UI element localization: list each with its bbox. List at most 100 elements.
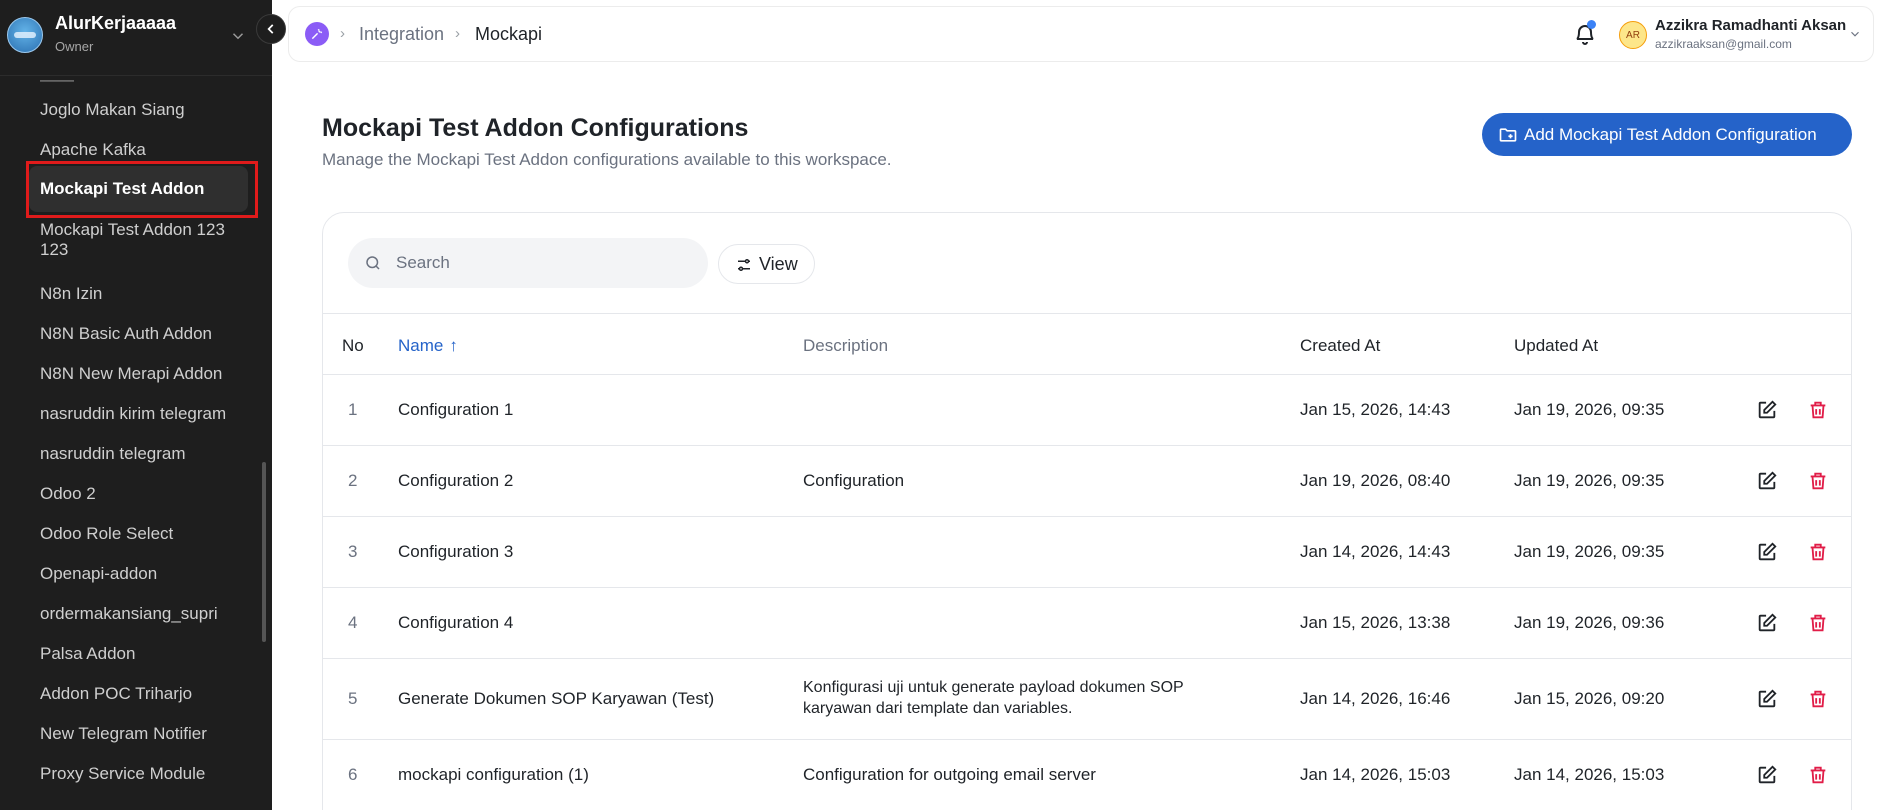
row-updated-at: Jan 19, 2026, 09:35	[1514, 400, 1665, 419]
collapse-sidebar-button[interactable]	[256, 14, 286, 44]
sidebar-item-label: nasruddin telegram	[40, 444, 186, 463]
row-no: 4	[348, 613, 358, 632]
sidebar-item-label: N8n Izin	[40, 284, 103, 303]
sidebar-item-openapi-addon[interactable]: Openapi-addon	[29, 564, 248, 584]
edit-icon[interactable]	[1756, 764, 1778, 786]
breadcrumb-separator: ›	[455, 25, 460, 42]
row-name: Configuration 3	[398, 542, 514, 561]
edit-icon[interactable]	[1756, 612, 1778, 634]
avatar[interactable]: AR	[1619, 21, 1647, 49]
edit-icon[interactable]	[1756, 688, 1778, 710]
table-row: 1 Configuration 1 Jan 15, 2026, 14:43 Ja…	[323, 375, 1851, 446]
trash-icon[interactable]	[1807, 764, 1829, 786]
row-updated-at: Jan 19, 2026, 09:36	[1514, 613, 1665, 632]
trash-icon[interactable]	[1807, 688, 1829, 710]
row-no: 3	[348, 542, 358, 561]
table-row: 3 Configuration 3 Jan 14, 2026, 14:43 Ja…	[323, 517, 1851, 588]
edit-icon[interactable]	[1756, 470, 1778, 492]
sidebar-item-odoo-role-select[interactable]: Odoo Role Select	[29, 524, 248, 544]
integration-icon	[305, 22, 329, 46]
sidebar-item-label: ordermakansiang_supri	[40, 604, 218, 623]
sidebar-item-palsa-addon[interactable]: Palsa Addon	[29, 644, 248, 664]
row-updated-at: Jan 15, 2026, 09:20	[1514, 689, 1665, 708]
table-row: 4 Configuration 4 Jan 15, 2026, 13:38 Ja…	[323, 588, 1851, 659]
user-email: azzikraaksan@gmail.com	[1655, 37, 1792, 51]
search-input[interactable]	[396, 238, 696, 288]
sidebar-item-label: Joglo Makan Siang	[40, 100, 185, 119]
row-created-at: Jan 19, 2026, 08:40	[1300, 471, 1451, 490]
row-name: mockapi configuration (1)	[398, 765, 589, 784]
column-updated-at[interactable]: Updated At	[1514, 336, 1598, 356]
sidebar-item-addon-poc-triharjo[interactable]: Addon POC Triharjo	[29, 684, 248, 704]
row-updated-at: Jan 14, 2026, 15:03	[1514, 765, 1665, 784]
table-header: No Name ↑ Description Created At Updated …	[323, 313, 1851, 375]
add-folder-icon	[1499, 128, 1517, 142]
trash-icon[interactable]	[1807, 470, 1829, 492]
row-created-at: Jan 14, 2026, 15:03	[1300, 765, 1451, 784]
row-name: Configuration 2	[398, 471, 514, 490]
configurations-card: View No Name ↑ Description Created At Upd…	[322, 212, 1852, 810]
table-row: 2 Configuration 2 Configuration Jan 19, …	[323, 446, 1851, 517]
add-configuration-button[interactable]: Add Mockapi Test Addon Configuration	[1482, 113, 1852, 156]
chevron-down-icon[interactable]	[229, 27, 247, 45]
trash-icon[interactable]	[1807, 541, 1829, 563]
column-created-at[interactable]: Created At	[1300, 336, 1380, 356]
edit-icon[interactable]	[1756, 541, 1778, 563]
chevron-left-icon	[267, 24, 274, 34]
row-description: Configuration for outgoing email server	[803, 765, 1096, 784]
column-name[interactable]: Name ↑	[398, 336, 458, 356]
workspace-name: AlurKerjaaaaa	[55, 13, 177, 33]
view-button[interactable]: View	[718, 244, 815, 284]
search-box[interactable]	[348, 238, 708, 288]
sidebar-item-label: Palsa Addon	[40, 644, 136, 663]
row-name: Configuration 1	[398, 400, 514, 419]
sidebar-item-n8n-izin[interactable]: N8n Izin	[29, 284, 248, 304]
view-label: View	[759, 253, 798, 274]
sidebar-item-n8n-new-merapi[interactable]: N8N New Merapi Addon	[29, 364, 248, 384]
sidebar-item-label: N8N Basic Auth Addon	[40, 324, 213, 343]
sidebar-scrollbar[interactable]	[262, 462, 266, 642]
page-title: Mockapi Test Addon Configurations	[322, 114, 749, 142]
edit-icon[interactable]	[1756, 399, 1778, 421]
trash-icon[interactable]	[1807, 399, 1829, 421]
sidebar-item-n8n-basic-auth[interactable]: N8N Basic Auth Addon	[29, 324, 248, 344]
row-created-at: Jan 14, 2026, 14:43	[1300, 542, 1451, 561]
sidebar-item-label: Openapi-addon	[40, 564, 158, 583]
sidebar-item-proxy-service-module[interactable]: Proxy Service Module	[29, 764, 248, 784]
sidebar-item-label: Odoo 2	[40, 484, 96, 503]
sidebar-item-nasruddin-kirim-telegram[interactable]: nasruddin kirim telegram	[29, 404, 248, 424]
breadcrumb-integration[interactable]: Integration	[359, 24, 444, 45]
add-configuration-label: Add Mockapi Test Addon Configuration	[1524, 124, 1817, 144]
column-name-label: Name	[398, 336, 444, 355]
row-created-at: Jan 15, 2026, 14:43	[1300, 400, 1451, 419]
row-updated-at: Jan 19, 2026, 09:35	[1514, 471, 1665, 490]
row-no: 6	[348, 765, 358, 784]
sidebar-item-label: Proxy Service Module	[40, 764, 206, 783]
sidebar-item-label: Mockapi Test Addon 123 123	[40, 220, 225, 259]
row-description: Configuration	[803, 471, 905, 490]
sidebar-item-mockapi-test-addon-123[interactable]: Mockapi Test Addon 123 123	[29, 220, 248, 260]
sidebar-item-nasruddin-telegram[interactable]: nasruddin telegram	[29, 444, 248, 464]
sidebar-item-new-telegram-notifier[interactable]: New Telegram Notifier	[29, 724, 248, 744]
breadcrumb-separator: ›	[340, 25, 345, 42]
sidebar-item-label: Odoo Role Select	[40, 524, 174, 543]
sidebar-item-label: Apache Kafka	[40, 140, 146, 159]
chevron-down-icon[interactable]	[1848, 27, 1862, 41]
top-bar: › Integration › Mockapi AR Azzikra Ramad…	[288, 6, 1874, 62]
workspace-switcher[interactable]: AlurKerjaaaaa Owner	[0, 0, 272, 76]
workspace-role: Owner	[55, 39, 94, 54]
notification-dot	[1587, 20, 1596, 29]
sidebar-item-apache-kafka[interactable]: Apache Kafka	[29, 140, 248, 160]
arrow-up-icon: ↑	[449, 336, 458, 355]
user-name[interactable]: Azzikra Ramadhanti Aksan	[1655, 17, 1846, 34]
row-no: 1	[348, 400, 358, 419]
sidebar-item-odoo-2[interactable]: Odoo 2	[29, 484, 248, 504]
row-updated-at: Jan 19, 2026, 09:35	[1514, 542, 1665, 561]
row-name: Generate Dokumen SOP Karyawan (Test)	[398, 689, 715, 708]
row-created-at: Jan 15, 2026, 13:38	[1300, 613, 1451, 632]
sidebar-item-ordermakansiang-supri[interactable]: ordermakansiang_supri	[29, 604, 248, 624]
sidebar-item-partial: ——	[40, 76, 74, 89]
trash-icon[interactable]	[1807, 612, 1829, 634]
sidebar-item-joglo-makan-siang[interactable]: Joglo Makan Siang	[29, 100, 248, 120]
row-created-at: Jan 14, 2026, 16:46	[1300, 689, 1451, 708]
